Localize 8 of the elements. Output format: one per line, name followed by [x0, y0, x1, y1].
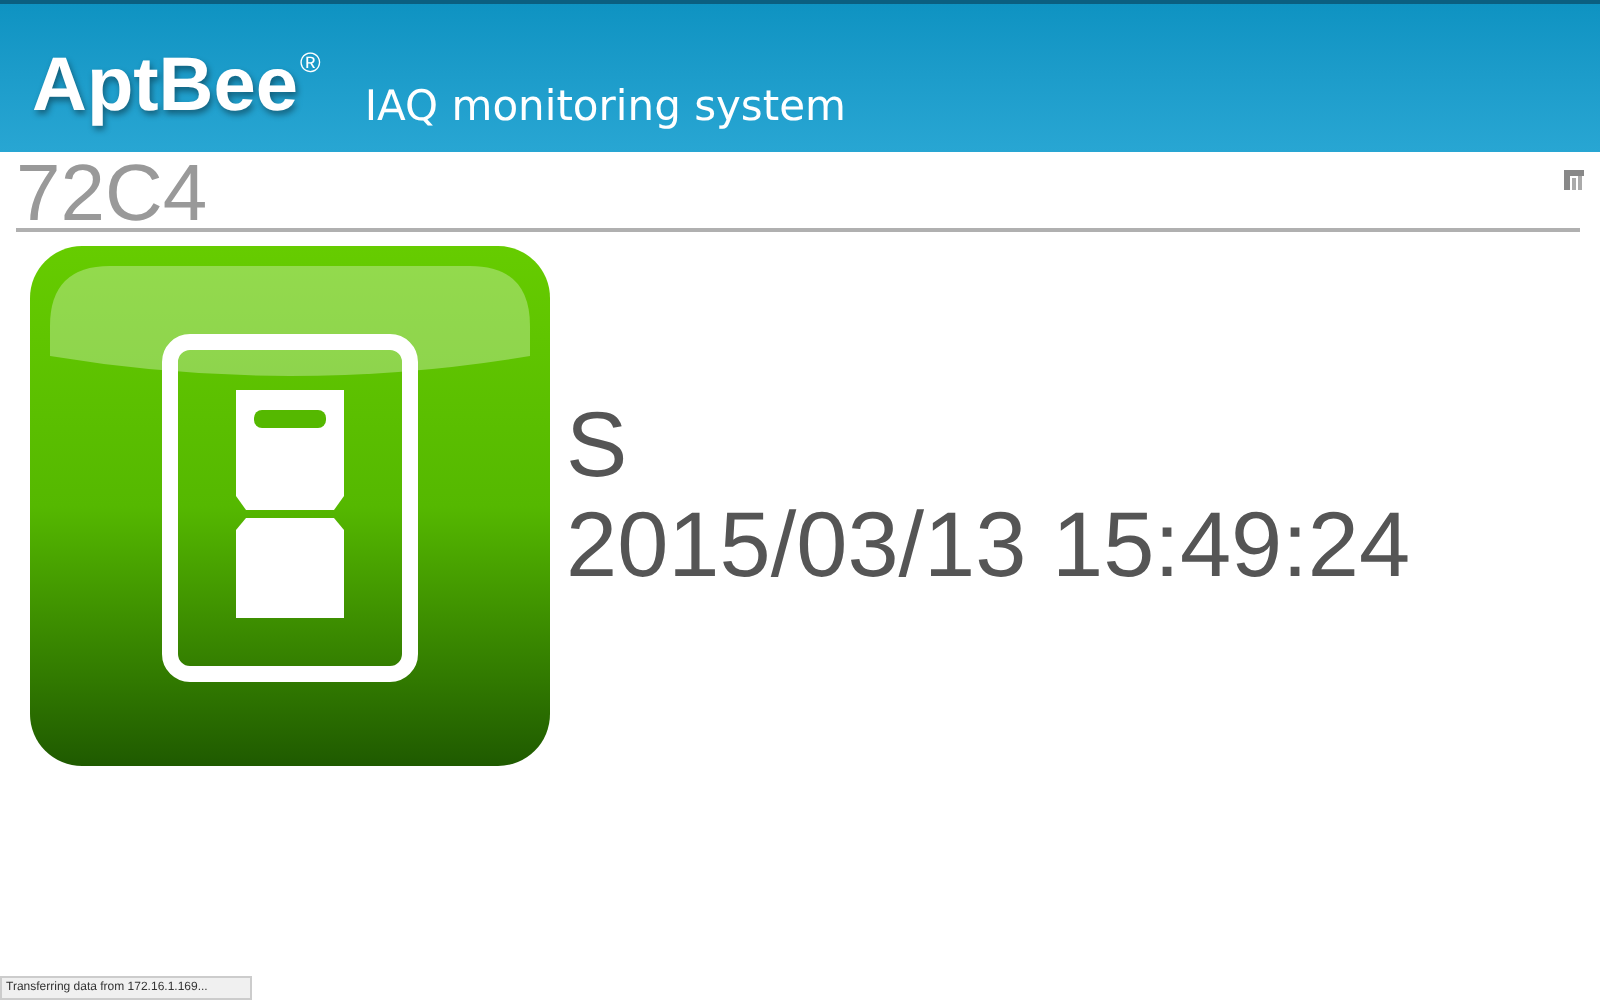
timestamp: 2015/03/13 15:49:24: [566, 494, 1411, 594]
switch-icon: [30, 246, 550, 766]
registered-mark: ®: [300, 48, 321, 76]
app-subtitle: IAQ monitoring system: [364, 86, 846, 128]
brand-logo: AptBee: [32, 48, 299, 124]
state-code: S: [566, 394, 630, 494]
device-name: 72C4: [16, 154, 208, 234]
signal-icon: [1564, 170, 1584, 190]
